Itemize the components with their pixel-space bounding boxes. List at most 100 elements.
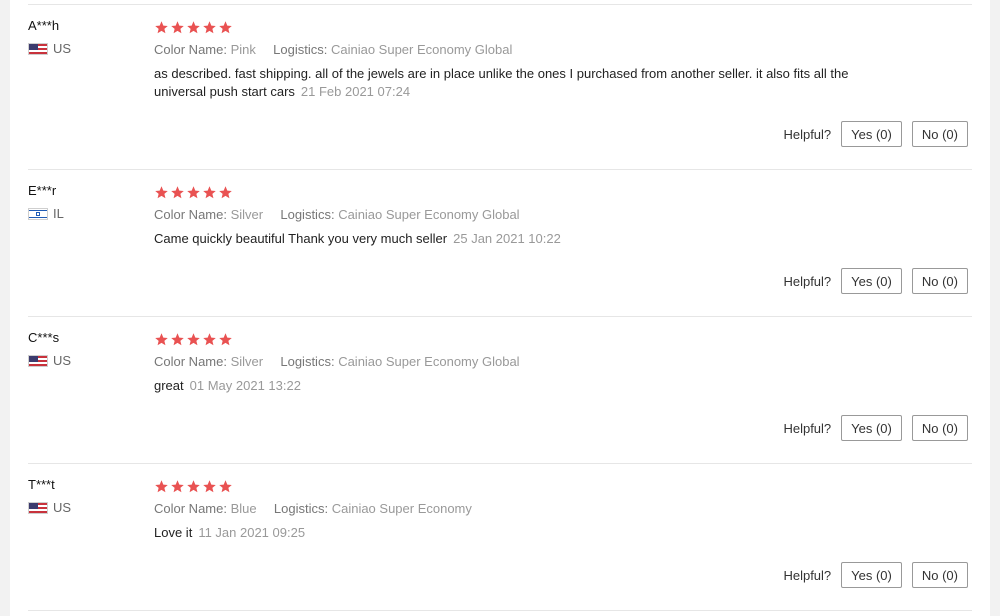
logistics-key: Logistics: (273, 42, 328, 57)
color-name-key: Color Name: (154, 501, 227, 516)
star-icon (154, 185, 169, 200)
star-icon (202, 185, 217, 200)
helpful-no-button[interactable]: No (0) (911, 562, 968, 588)
helpful-yes-button[interactable]: Yes (0) (841, 121, 902, 147)
country-code: US (53, 500, 72, 515)
review-date: 21 Feb 2021 07:24 (300, 84, 411, 99)
star-icon (186, 185, 201, 200)
right-edge (990, 0, 1000, 616)
review-list: A***h US Color Name: Pink Logistics: Cai… (28, 4, 972, 611)
color-name-key: Color Name: (154, 354, 227, 369)
reviews-panel: A***h US Color Name: Pink Logistics: Cai… (0, 0, 1000, 616)
review-text-block: Love it 11 Jan 2021 09:25 (154, 524, 874, 542)
star-icon (154, 332, 169, 347)
review-attributes: Color Name: Silver Logistics: Cainiao Su… (154, 206, 874, 224)
star-icon (154, 479, 169, 494)
star-icon (170, 185, 185, 200)
color-name-value: Pink (230, 42, 256, 57)
helpful-controls: Helpful? Yes (0) No (0) (783, 121, 968, 147)
review-text-block: great 01 May 2021 13:22 (154, 377, 874, 395)
star-icon (218, 332, 233, 347)
review-text: Love it (154, 525, 193, 540)
star-rating (154, 476, 874, 496)
reviewer-country: IL (28, 206, 138, 221)
us-flag-icon (28, 354, 48, 367)
star-icon (202, 332, 217, 347)
review-content: Color Name: Pink Logistics: Cainiao Supe… (154, 17, 874, 101)
star-icon (170, 20, 185, 35)
review-content: Color Name: Blue Logistics: Cainiao Supe… (154, 476, 874, 542)
reviewer-info: A***h US (28, 17, 138, 56)
review-text: as described. fast shipping. all of the … (154, 66, 849, 99)
reviewer-info: T***t US (28, 476, 138, 515)
reviewer-name: A***h (28, 18, 60, 33)
review-text-block: as described. fast shipping. all of the … (154, 65, 874, 101)
il-flag-icon (28, 207, 48, 220)
logistics-value: Cainiao Super Economy Global (338, 207, 520, 222)
reviewer-name: T***t (28, 477, 55, 492)
star-icon (218, 185, 233, 200)
logistics-key: Logistics: (273, 501, 329, 516)
reviewer-name: C***s (28, 330, 60, 345)
review-content: Color Name: Silver Logistics: Cainiao Su… (154, 182, 874, 248)
review-content: Color Name: Silver Logistics: Cainiao Su… (154, 329, 874, 395)
review-date: 01 May 2021 13:22 (189, 378, 301, 393)
reviewer-country: US (28, 500, 138, 515)
helpful-label: Helpful? (783, 126, 832, 142)
review-attributes: Color Name: Blue Logistics: Cainiao Supe… (154, 500, 874, 518)
star-icon (170, 332, 185, 347)
helpful-label: Helpful? (783, 273, 832, 289)
color-name-value: Blue (230, 501, 257, 516)
review-attributes: Color Name: Pink Logistics: Cainiao Supe… (154, 41, 874, 59)
logistics-value: Cainiao Super Economy (331, 501, 472, 516)
country-code: US (53, 353, 72, 368)
reviewer-name: E***r (28, 183, 57, 198)
helpful-no-button[interactable]: No (0) (911, 268, 968, 294)
helpful-controls: Helpful? Yes (0) No (0) (783, 415, 968, 441)
helpful-label: Helpful? (783, 420, 832, 436)
star-icon (202, 479, 217, 494)
country-code: US (53, 41, 72, 56)
review-text: great (154, 378, 184, 393)
review-item: T***t US Color Name: Blue Logistics: Cai… (28, 464, 972, 611)
logistics-value: Cainiao Super Economy Global (330, 42, 513, 57)
star-icon (218, 20, 233, 35)
star-icon (154, 20, 169, 35)
helpful-label: Helpful? (783, 567, 832, 583)
review-date: 11 Jan 2021 09:25 (198, 525, 306, 540)
left-edge (0, 0, 10, 616)
reviewer-country: US (28, 353, 138, 368)
review-text: Came quickly beautiful Thank you very mu… (154, 231, 448, 246)
reviewer-info: E***r IL (28, 182, 138, 221)
helpful-yes-button[interactable]: Yes (0) (841, 415, 902, 441)
logistics-key: Logistics: (280, 207, 335, 222)
color-name-value: Silver (230, 354, 264, 369)
helpful-yes-button[interactable]: Yes (0) (841, 562, 902, 588)
star-rating (154, 329, 874, 349)
review-text-block: Came quickly beautiful Thank you very mu… (154, 230, 874, 248)
helpful-no-button[interactable]: No (0) (911, 415, 968, 441)
country-code: IL (53, 206, 64, 221)
helpful-no-button[interactable]: No (0) (911, 121, 968, 147)
star-rating (154, 17, 874, 37)
star-icon (186, 332, 201, 347)
helpful-controls: Helpful? Yes (0) No (0) (783, 562, 968, 588)
reviewer-country: US (28, 41, 138, 56)
logistics-value: Cainiao Super Economy Global (338, 354, 520, 369)
star-icon (186, 479, 201, 494)
review-item: E***r IL Color Name: Silver Logistics: C… (28, 170, 972, 317)
helpful-controls: Helpful? Yes (0) No (0) (783, 268, 968, 294)
review-attributes: Color Name: Silver Logistics: Cainiao Su… (154, 353, 874, 371)
review-item: C***s US Color Name: Silver Logistics: C… (28, 317, 972, 464)
us-flag-icon (28, 42, 48, 55)
star-icon (170, 479, 185, 494)
us-flag-icon (28, 501, 48, 514)
star-icon (202, 20, 217, 35)
helpful-yes-button[interactable]: Yes (0) (841, 268, 902, 294)
star-icon (218, 479, 233, 494)
color-name-key: Color Name: (154, 42, 227, 57)
review-item: A***h US Color Name: Pink Logistics: Cai… (28, 5, 972, 170)
review-date: 25 Jan 2021 10:22 (453, 231, 561, 246)
star-rating (154, 182, 874, 202)
color-name-key: Color Name: (154, 207, 227, 222)
